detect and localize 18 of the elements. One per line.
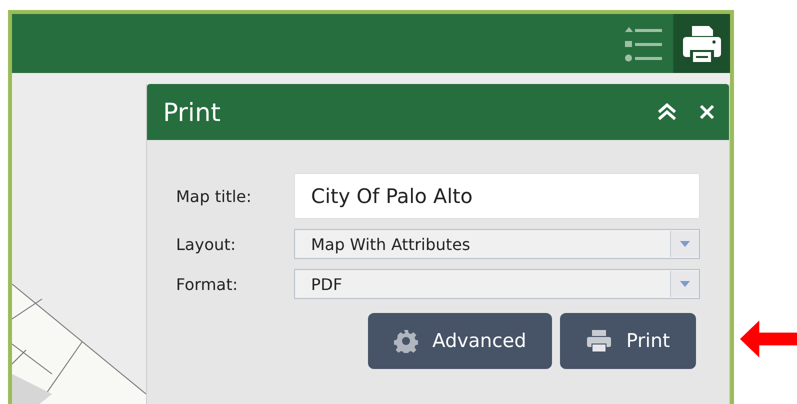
list-icon [623,26,663,62]
field-label: Map title: [176,186,253,206]
caret-icon [680,281,690,287]
caret-icon [680,241,690,247]
dropdown-field[interactable]: PDF [294,269,700,299]
printer-icon [682,24,722,64]
collapse-icon[interactable] [657,103,677,121]
panel-title: Print [163,98,222,126]
gear-icon [394,329,418,353]
map-title-field[interactable]: City Of Palo Alto [294,173,700,219]
advanced-button[interactable]: Advanced [368,313,552,369]
printer-icon [586,329,612,353]
print-button[interactable]: Print [560,313,696,369]
print-tool-button[interactable] [674,14,730,73]
field-label: Format: [176,274,239,294]
field-label: Layout: [176,234,237,254]
dropdown-field[interactable]: Map With Attributes [294,229,700,259]
close-icon[interactable] [699,104,715,120]
